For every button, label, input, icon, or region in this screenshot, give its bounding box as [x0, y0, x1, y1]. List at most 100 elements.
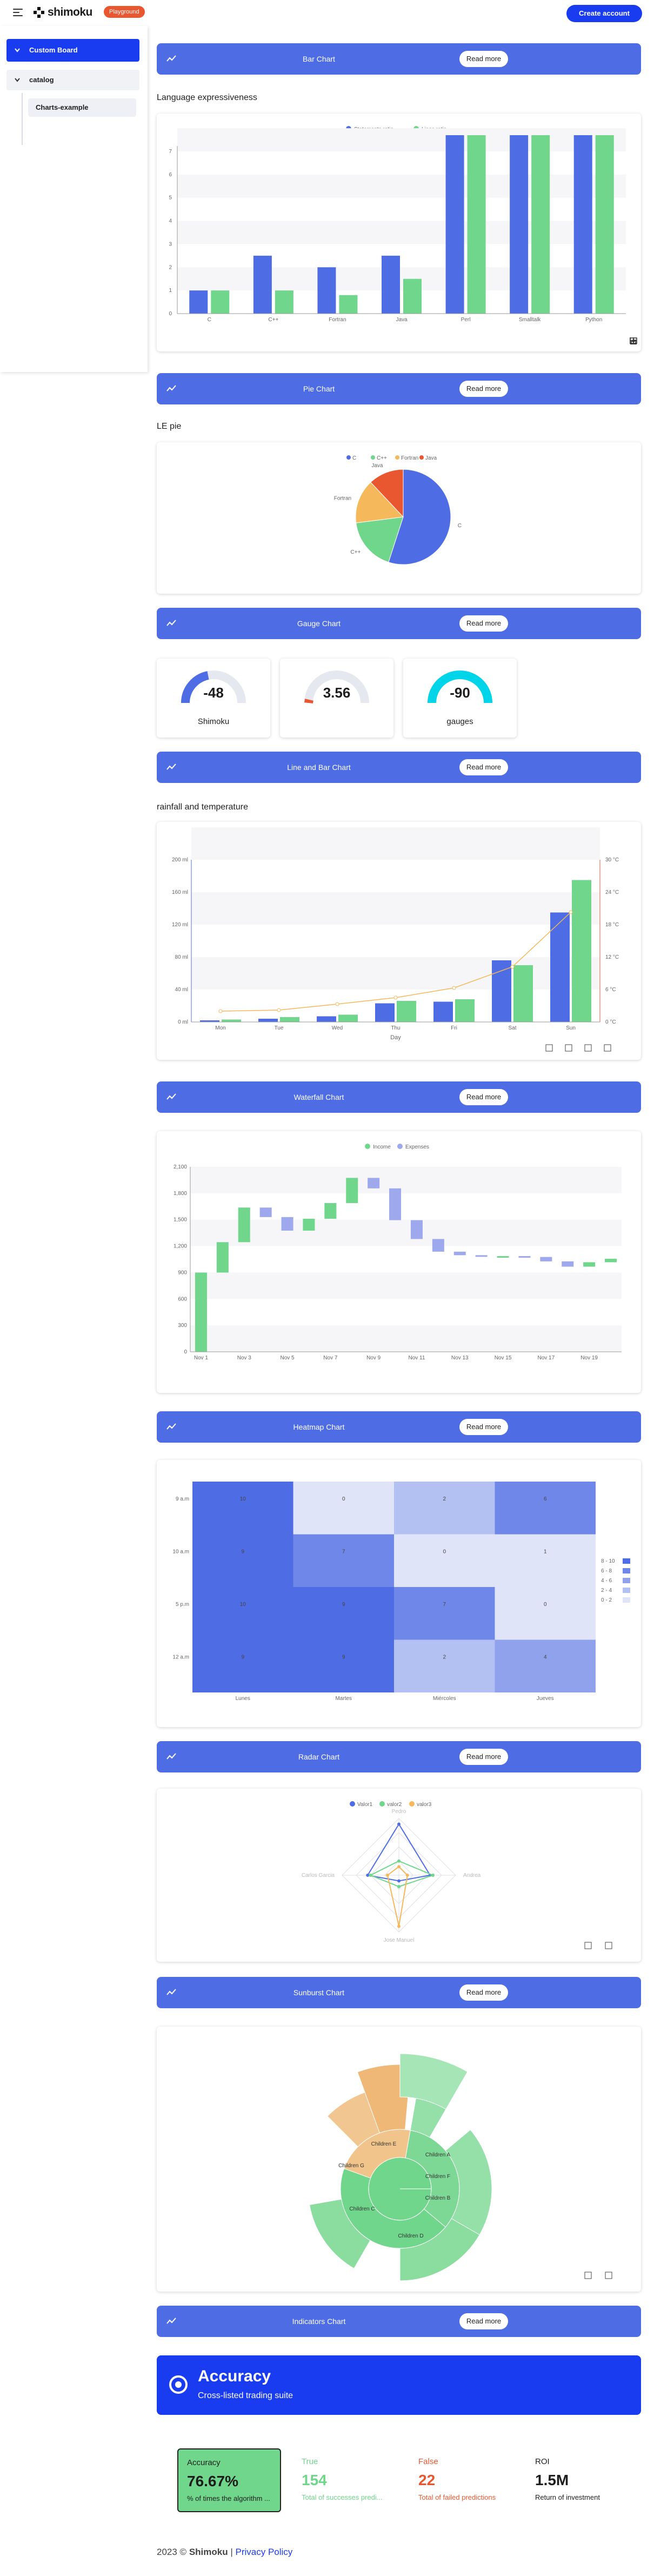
waterfall-bar: [238, 1207, 250, 1243]
temperature-point: [335, 1002, 339, 1006]
read-more-button[interactable]: Read more: [459, 2313, 508, 2329]
grid-band: [190, 1167, 622, 1193]
sidebar-item-custom-board[interactable]: Custom Board: [6, 39, 139, 62]
sunburst-label: Children D: [398, 2233, 423, 2239]
legend-label: Income: [373, 1144, 391, 1150]
bar: [317, 1016, 336, 1022]
x-tick-label: Perl: [461, 317, 471, 323]
axis-label: Andrea: [463, 1873, 481, 1878]
x-tick-label: Nov 17: [538, 1355, 555, 1361]
sidebar-item-catalog[interactable]: catalog: [6, 70, 139, 90]
cell-value: 9: [241, 1654, 244, 1660]
y2-tick-label: 24 °C: [605, 889, 619, 895]
menu-icon[interactable]: [13, 9, 23, 17]
y-tick-label: 10 a.m: [172, 1549, 189, 1555]
download-icon[interactable]: [629, 336, 638, 345]
sunburst-label: Children F: [425, 2174, 450, 2180]
read-more-button[interactable]: Read more: [459, 615, 508, 632]
indicator-subtitle: Cross-listed trading suite: [198, 2391, 293, 2400]
tile-label: True: [302, 2457, 318, 2466]
legend-marker: [365, 1144, 370, 1149]
sunburst-label: Children A: [425, 2152, 450, 2158]
gauge-card: -90 gauges: [403, 659, 517, 738]
legend-marker: [397, 1144, 403, 1149]
gauge-value: 3.56: [323, 685, 351, 701]
heatmap-cell: [495, 1587, 596, 1640]
read-more-button[interactable]: Read more: [459, 381, 508, 397]
banner-title: Indicators Chart: [292, 2317, 346, 2326]
table-icon: [545, 1044, 553, 1052]
legend-label: 2 - 4: [601, 1588, 612, 1594]
y-tick-label: 40 ml: [175, 987, 188, 993]
heatmap-cell: [394, 1587, 495, 1640]
read-more-button[interactable]: Read more: [459, 1089, 508, 1105]
pie-chart-card: C C++ Fortran Java C C++ Fortran Java: [157, 442, 641, 594]
radar-point: [397, 1822, 401, 1826]
heatmap-cell: [192, 1639, 293, 1692]
bar: [492, 960, 511, 1022]
indicator-tile: ROI 1.5M Return of investment: [526, 2448, 630, 2512]
radar-chart: Valor1 valor2 valor3 Pedro Andrea Jose Manuel…: [302, 1801, 612, 1949]
y-tick-label: 80 ml: [175, 954, 188, 960]
legend-marker: [409, 1801, 415, 1807]
temperature-point: [218, 1009, 223, 1013]
sunburst-label: Children C: [349, 2206, 375, 2212]
legend-swatch: [623, 1558, 630, 1564]
y-tick-label: 1,800: [173, 1191, 187, 1197]
radar-point: [397, 1885, 401, 1888]
waterfall-bar: [497, 1256, 509, 1258]
legend-label: C: [352, 455, 356, 461]
y-tick-label: 7: [169, 149, 172, 155]
sunburst-chart-banner: Sunburst Chart Read more: [157, 1977, 641, 2008]
x-tick-label: Nov 1: [194, 1355, 209, 1361]
legend-marker: [419, 455, 424, 460]
privacy-link[interactable]: Privacy Policy: [235, 2547, 292, 2557]
axis-label: Jose Manuel: [384, 1937, 415, 1943]
y-tick-label: 600: [178, 1296, 187, 1302]
waterfall-bar: [475, 1255, 488, 1257]
chevron-down-icon: [15, 78, 20, 82]
grid-band: [177, 267, 626, 291]
x-tick-label: Thu: [391, 1025, 400, 1031]
x-tick-label: Nov 15: [495, 1355, 512, 1361]
cell-value: 6: [544, 1496, 547, 1502]
x-tick-label: Nov 7: [323, 1355, 338, 1361]
sunburst-core: [368, 2157, 432, 2221]
temperature-point: [569, 910, 573, 914]
bar: [253, 255, 272, 314]
y-tick-label: 5 p.m: [176, 1602, 189, 1608]
tile-desc: % of times the algorithm ...: [187, 2494, 270, 2502]
sidebar-item-charts-example[interactable]: Charts-example: [28, 98, 136, 117]
read-more-button[interactable]: Read more: [459, 51, 508, 67]
read-more-button[interactable]: Read more: [459, 759, 508, 775]
x-tick-label: Jueves: [537, 1696, 554, 1702]
sunburst-label: Children G: [338, 2163, 364, 2169]
waterfall-bar: [410, 1220, 423, 1239]
read-more-button[interactable]: Read more: [459, 1749, 508, 1765]
pie-chart-banner: Pie Chart Read more: [157, 373, 641, 404]
radar-chart-card: Valor1 valor2 valor3 Pedro Andrea Jose Manuel…: [157, 1789, 641, 1962]
banner-title: Radar Chart: [298, 1752, 340, 1761]
read-more-button[interactable]: Read more: [459, 1419, 508, 1435]
cell-value: 4: [544, 1654, 547, 1660]
x-tick-label: Nov 11: [408, 1355, 425, 1361]
temperature-point: [277, 1008, 281, 1012]
indicators-chart-banner: Indicators Chart Read more: [157, 2306, 641, 2337]
y2-tick-label: 18 °C: [605, 922, 619, 928]
radar-point: [397, 1879, 401, 1883]
banner-title: Sunburst Chart: [293, 1988, 345, 1997]
tile-value: 154: [302, 2472, 327, 2488]
heatmap-cell: [394, 1534, 495, 1587]
waterfall-bar: [453, 1251, 466, 1256]
create-account-button[interactable]: Create account: [566, 5, 642, 22]
logo[interactable]: shimoku: [34, 6, 92, 19]
y-tick-label: 0 ml: [178, 1019, 188, 1025]
bar: [211, 290, 230, 314]
read-more-button[interactable]: Read more: [459, 1984, 508, 2001]
slice-label: C: [458, 523, 462, 529]
x-tick-label: Nov 19: [580, 1355, 598, 1361]
waterfall-bar: [324, 1203, 337, 1219]
y2-tick-label: 6 °C: [605, 987, 616, 993]
cell-value: 9: [342, 1654, 345, 1660]
y-tick-label: 200 ml: [172, 857, 188, 863]
